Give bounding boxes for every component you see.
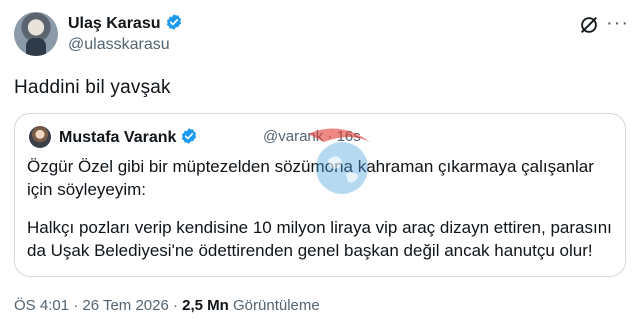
views-count: 2,5 Mn bbox=[182, 297, 229, 314]
author-name[interactable]: Ulaş Karasu bbox=[68, 13, 183, 33]
author-handle[interactable]: @ulasskarasu bbox=[68, 36, 170, 54]
views-label: Görüntüleme bbox=[228, 297, 320, 314]
tweet-text: Haddini bil yavşak bbox=[14, 77, 171, 98]
timestamp[interactable]: ÖS 4:01 · 26 Tem 2026 · bbox=[14, 297, 182, 314]
verified-badge-icon bbox=[166, 14, 181, 30]
tweet-meta: ÖS 4:01 · 26 Tem 2026 · 2,5 Mn Görüntüle… bbox=[14, 297, 320, 314]
verified-badge-icon bbox=[182, 128, 197, 144]
quoted-avatar[interactable] bbox=[29, 126, 51, 148]
grok-icon[interactable] bbox=[578, 14, 600, 36]
quoted-name[interactable]: Mustafa Varank bbox=[59, 127, 198, 147]
quoted-name-text[interactable]: Mustafa Varank bbox=[59, 129, 176, 146]
author-name-text[interactable]: Ulaş Karasu bbox=[68, 15, 161, 32]
globe-watermark-icon bbox=[308, 128, 370, 194]
author-avatar[interactable] bbox=[14, 12, 58, 56]
more-icon[interactable]: ··· bbox=[606, 12, 629, 35]
quoted-paragraph: Halkçı pozları verip kendisine 10 milyon… bbox=[27, 218, 612, 260]
